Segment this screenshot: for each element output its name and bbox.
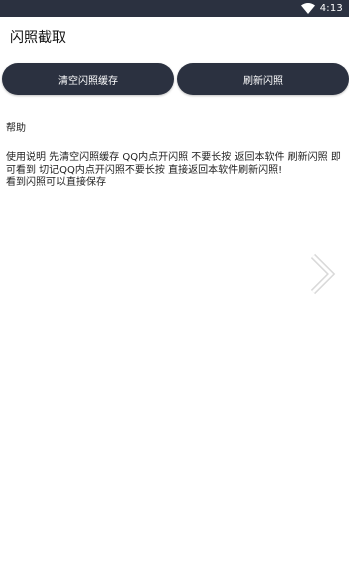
action-buttons: 清空闪照缓存 刷新闪照 [2, 63, 349, 95]
wifi-icon [300, 3, 315, 14]
help-text: 使用说明 先清空闪照缓存 QQ内点开闪照 不要长按 返回本软件 刷新闪照 即可看… [6, 152, 341, 188]
clear-cache-button[interactable]: 清空闪照缓存 [2, 63, 174, 95]
help-title: 帮助 [6, 123, 26, 134]
status-right: 4:13 [300, 1, 343, 16]
refresh-button[interactable]: 刷新闪照 [177, 63, 349, 95]
status-time: 4:13 [319, 3, 343, 14]
app-title: 闪照截取 [10, 30, 66, 46]
chevron-right-icon[interactable] [306, 252, 338, 296]
status-bar: 4:13 [0, 0, 349, 17]
